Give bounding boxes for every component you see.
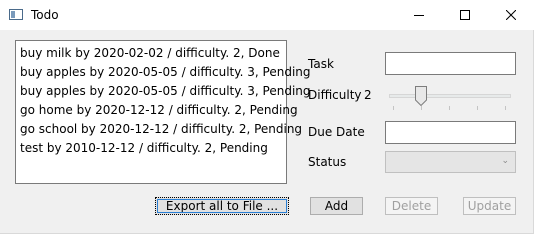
slider-tick [449,106,450,110]
app-icon [9,9,23,20]
list-item[interactable]: go home by 2020-12-12 / difficulty. 2, P… [20,101,298,120]
delete-button[interactable]: Delete [385,197,438,215]
status-combobox[interactable]: ⌄ [385,151,516,173]
list-item[interactable]: buy milk by 2020-02-02 / difficulty. 2, … [20,44,286,63]
chevron-down-icon: ⌄ [501,156,509,166]
add-button[interactable]: Add [310,197,363,215]
list-item[interactable]: buy apples by 2020-05-05 / difficulty. 3… [20,82,311,101]
title-bar[interactable]: Todo [0,0,534,30]
difficulty-label: Difficulty [308,88,362,102]
export-button[interactable]: Export all to File ... [155,197,289,215]
update-button[interactable]: Update [463,197,516,215]
difficulty-value: 2 [364,88,372,102]
minimize-icon [414,15,424,16]
slider-tick [505,106,506,110]
due-date-label: Due Date [308,125,365,139]
list-item[interactable]: test by 2010-12-12 / difficulty. 2, Pend… [20,139,286,158]
difficulty-slider-track[interactable] [389,94,511,98]
maximize-button[interactable] [442,0,488,30]
list-item[interactable]: go school by 2020-12-12 / difficulty. 2,… [20,120,302,139]
task-input[interactable] [385,52,516,75]
slider-tick [393,106,394,110]
close-icon [506,10,516,20]
minimize-button[interactable] [396,0,442,30]
list-item[interactable]: buy apples by 2020-05-05 / difficulty. 3… [20,63,311,82]
maximize-icon [460,10,470,20]
task-label: Task [308,57,334,71]
status-label: Status [308,155,347,169]
due-date-input[interactable] [385,121,516,144]
close-button[interactable] [488,0,534,30]
window-title: Todo [31,8,59,22]
slider-tick [477,106,478,110]
todo-listbox[interactable]: buy milk by 2020-02-02 / difficulty. 2, … [15,40,311,184]
difficulty-slider-thumb[interactable] [415,86,427,106]
slider-tick [421,106,422,110]
todo-window: Todo buy milk by 2020-02-02 / difficulty… [0,0,534,234]
